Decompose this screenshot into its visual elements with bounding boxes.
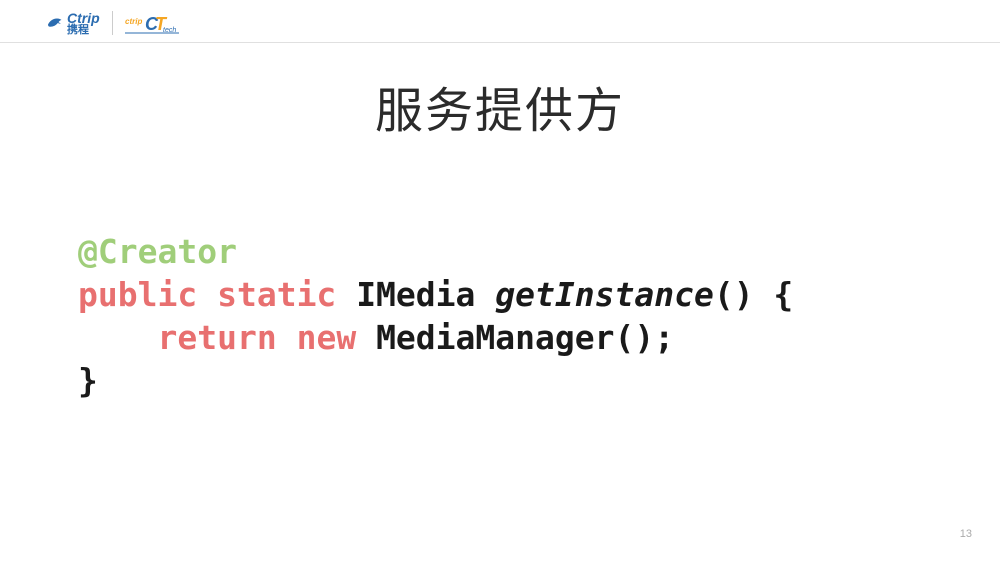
- kw-static: static: [217, 275, 336, 314]
- code-block: @Creator public static IMedia getInstanc…: [78, 231, 1000, 403]
- ctriptech-logo: ctrip C T tech: [125, 10, 179, 36]
- kw-new: new: [297, 318, 357, 357]
- kw-return: return: [157, 318, 276, 357]
- slide-title: 服务提供方: [0, 71, 1000, 141]
- ctrip-logo-text: Ctrip 携程: [67, 11, 100, 36]
- code-line-4: }: [78, 360, 1000, 403]
- line2-tail: () {: [714, 275, 793, 314]
- dolphin-icon: [45, 14, 63, 32]
- ctriptech-icon: ctrip C T tech: [125, 10, 179, 36]
- page-number: 13: [960, 528, 972, 540]
- ctrip-logo: Ctrip 携程: [45, 11, 100, 36]
- code-line-1: @Creator: [78, 231, 1000, 274]
- ctrip-logo-cn: 携程: [67, 25, 100, 36]
- logo-divider: [112, 11, 113, 35]
- kw-public: public: [78, 275, 197, 314]
- annotation-creator: @Creator: [78, 232, 237, 271]
- type-imedia: IMedia: [356, 275, 475, 314]
- ctrip-logo-main: Ctrip: [67, 11, 100, 25]
- method-getinstance: getInstance: [495, 275, 714, 314]
- call-mediamanager: MediaManager();: [376, 318, 674, 357]
- header-bar: Ctrip 携程 ctrip C T tech: [0, 0, 1000, 43]
- indent: [78, 318, 157, 357]
- svg-text:ctrip: ctrip: [125, 17, 142, 26]
- code-line-3: return new MediaManager();: [78, 317, 1000, 360]
- code-line-2: public static IMedia getInstance() {: [78, 274, 1000, 317]
